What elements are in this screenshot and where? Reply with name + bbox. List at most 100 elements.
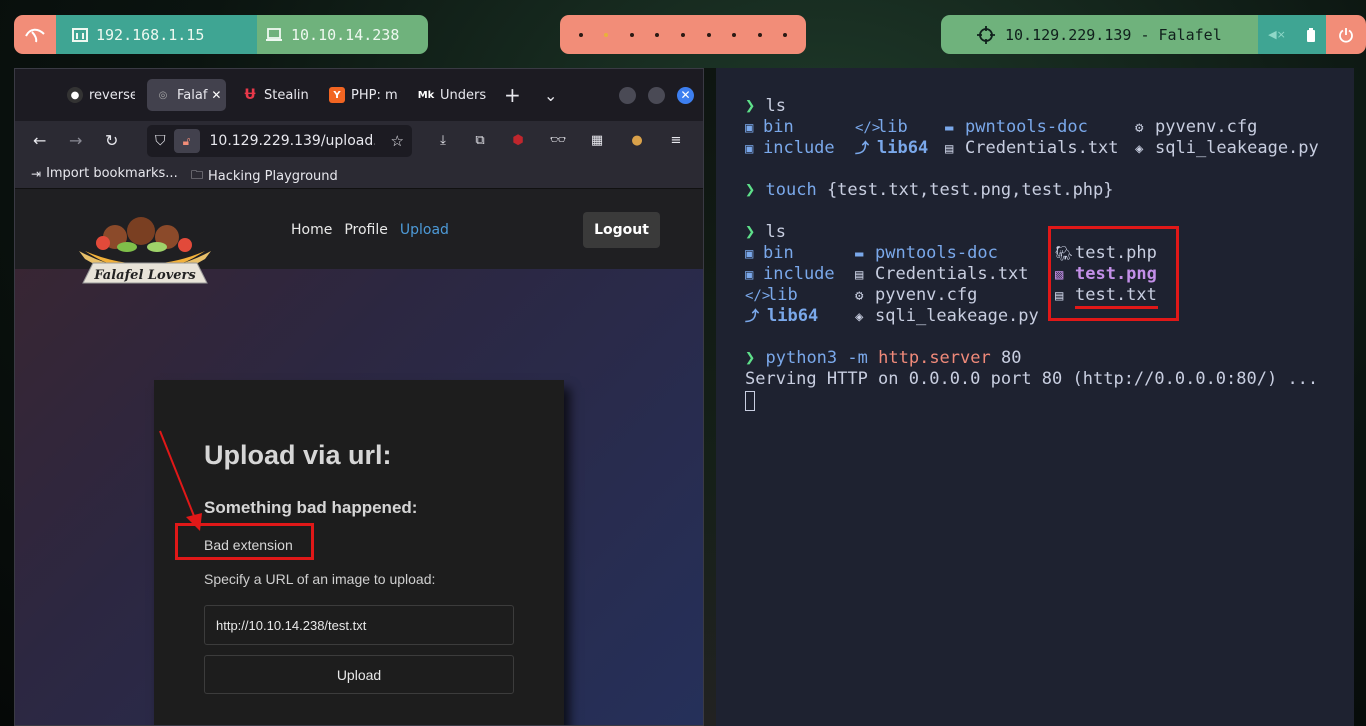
- upload-button[interactable]: Upload: [204, 655, 514, 694]
- ls-entry: ◈ sqli_leakeage.py: [855, 306, 1039, 326]
- tab-label: Stealin: [264, 87, 309, 103]
- nav-profile-link[interactable]: Profile: [344, 222, 388, 238]
- target-indicator[interactable]: 10.129.229.139 - Falafel: [941, 15, 1258, 54]
- folder-cog-icon: ▣: [745, 246, 754, 262]
- site-nav: Home Profile Upload: [291, 222, 449, 238]
- terminal-cursor: [745, 391, 755, 411]
- hamburger-menu-icon[interactable]: ≡: [666, 130, 686, 150]
- maximize-button[interactable]: [648, 87, 665, 104]
- nav-home-link[interactable]: Home: [291, 222, 332, 238]
- python-icon: ◈: [855, 309, 864, 325]
- gear-icon: ⚙: [855, 288, 864, 304]
- back-arrow-icon[interactable]: ←: [33, 131, 46, 150]
- sound-button[interactable]: ◀×: [1258, 15, 1296, 54]
- workspace-switcher[interactable]: [560, 15, 806, 54]
- url-text[interactable]: 10.129.229.139/upload.p: [210, 133, 375, 149]
- workspace-dot-3[interactable]: [629, 32, 634, 37]
- tab-label: PHP: m: [351, 87, 398, 103]
- prompt-line-2: ❯ touch {test.txt,test.png,test.php}: [745, 180, 1114, 200]
- nav-bar: ← → ↻ ⛉ 🔓︎ 10.129.229.139/upload.p ☆ ⤓ ⧉…: [15, 121, 703, 161]
- tab-list-chevron-icon[interactable]: ⌄: [544, 86, 557, 105]
- close-tab-icon[interactable]: ✕: [211, 88, 221, 102]
- bookmark-import[interactable]: ⇥ Import bookmarks...: [31, 166, 178, 181]
- folder-icon: ▬: [945, 120, 954, 136]
- reload-icon[interactable]: ↻: [105, 131, 118, 150]
- insecure-lock-icon[interactable]: 🔓︎: [173, 129, 200, 153]
- cookie-icon[interactable]: ●: [627, 130, 647, 150]
- workspace-dot-8[interactable]: [757, 32, 762, 37]
- tab-unders[interactable]: Mk Unders: [410, 79, 490, 111]
- spy-glasses-icon[interactable]: 👓︎: [548, 130, 568, 150]
- symlink-folder-icon: ⤴: [855, 141, 869, 157]
- power-button[interactable]: [1326, 15, 1366, 54]
- image-url-input[interactable]: [204, 605, 514, 645]
- bookmarks-bar: ⇥ Import bookmarks... 🗀 Hacking Playgrou…: [15, 161, 703, 189]
- terminal-window[interactable]: ❯ ls ▣ bin ▣ include </>lib ⤴ lib64 ▬ pwntoo…: [716, 68, 1354, 726]
- ls-entry: ▤ Credentials.txt: [945, 138, 1119, 158]
- nav-upload-link[interactable]: Upload: [400, 222, 449, 238]
- prompt-line-4: ❯ python3 -m http.server 80: [745, 348, 1022, 368]
- tab-strip: ● reverse ◎ Falaf ✕ Ʉ Stealin Y PHP: m M…: [15, 69, 703, 121]
- ls-entry: ▬ pwntools-doc: [855, 243, 998, 263]
- file-icon: ▤: [855, 267, 864, 283]
- bookmark-label: Hacking Playground: [208, 169, 338, 184]
- annotation-arrow-icon: [159, 430, 202, 531]
- folder-cog-icon: ▣: [745, 267, 754, 283]
- ls-entry: ▣ include: [745, 138, 835, 158]
- prompt-line-3: ❯ ls: [745, 222, 786, 242]
- url-hint-label: Specify a URL of an image to upload:: [204, 571, 436, 587]
- falafel-icon: ◎: [158, 89, 168, 101]
- workspace-dot-6[interactable]: [706, 32, 711, 37]
- ls-entry: ▣ include: [745, 264, 835, 284]
- workspace-dot-7[interactable]: [732, 32, 737, 37]
- upload-title: Upload via url:: [204, 440, 392, 470]
- workspace-dot-9[interactable]: [783, 32, 788, 37]
- workspace-dot-5[interactable]: [680, 32, 685, 37]
- command-ls: ls: [765, 222, 786, 242]
- tab-php[interactable]: Y PHP: m: [321, 79, 403, 111]
- new-tab-plus-icon[interactable]: +: [504, 83, 521, 107]
- workspace-dot-4[interactable]: [655, 32, 660, 37]
- top-bar: 192.168.1.15 10.10.14.238 10.129.229.139…: [0, 0, 1366, 68]
- logout-button[interactable]: Logout: [583, 212, 660, 248]
- network-icon: [72, 27, 88, 42]
- target-text: 10.129.229.139 - Falafel: [1005, 25, 1222, 44]
- browser-window: ● reverse ◎ Falaf ✕ Ʉ Stealin Y PHP: m M…: [14, 68, 704, 726]
- close-window-button[interactable]: ✕: [677, 87, 694, 104]
- tab-stealing[interactable]: Ʉ Stealin: [234, 79, 314, 111]
- tab-label: reverse: [89, 87, 135, 103]
- folder-icon: 🗀: [191, 168, 204, 182]
- battery-indicator[interactable]: [1296, 15, 1326, 54]
- url-bar[interactable]: ⛉ 🔓︎ 10.129.229.139/upload.p ☆: [147, 125, 412, 157]
- shield-icon[interactable]: ⛉: [155, 133, 166, 149]
- ls-entry: ▣ bin: [745, 117, 794, 137]
- code-folder-icon: </>: [855, 120, 881, 136]
- download-icon[interactable]: ⤓: [433, 130, 453, 150]
- bookmark-folder-hacking[interactable]: 🗀 Hacking Playground: [191, 166, 338, 187]
- falafel-lovers-logo[interactable]: Falafel Lovers: [75, 217, 215, 299]
- tab-falafel[interactable]: ◎ Falaf ✕: [147, 79, 226, 111]
- y-icon: Y: [329, 87, 345, 103]
- ls-entry: </>lib: [745, 285, 798, 305]
- ublock-icon[interactable]: ⬢: [508, 130, 528, 150]
- github-icon: ●: [67, 87, 83, 103]
- workspace-dot-1[interactable]: [578, 32, 583, 37]
- kali-menu-button[interactable]: [14, 15, 56, 54]
- import-icon: ⇥: [31, 166, 42, 181]
- prompt-line-1: ❯ ls: [745, 96, 786, 116]
- vpn-ip-text: 10.10.14.238: [291, 25, 400, 44]
- svg-text:Falafel Lovers: Falafel Lovers: [93, 268, 196, 283]
- qr-code-icon[interactable]: ▦: [587, 130, 607, 150]
- forward-arrow-icon[interactable]: →: [69, 131, 82, 150]
- workspace-dot-2[interactable]: [604, 32, 609, 37]
- minimize-button[interactable]: [619, 87, 636, 104]
- ls-entry: </>lib: [855, 117, 908, 137]
- vpn-ip-indicator[interactable]: 10.10.14.238: [257, 15, 428, 54]
- extensions-icon[interactable]: ⧉: [470, 130, 490, 150]
- bookmark-star-icon[interactable]: ☆: [391, 132, 404, 150]
- local-ip-indicator[interactable]: 192.168.1.15: [56, 15, 257, 54]
- mk-icon: Mk: [417, 89, 435, 101]
- webpage-viewport: Falafel Lovers Home Profile Upload Logou…: [15, 189, 703, 725]
- tab-reverse[interactable]: ● reverse: [59, 79, 135, 111]
- tab-label: Unders: [440, 87, 487, 103]
